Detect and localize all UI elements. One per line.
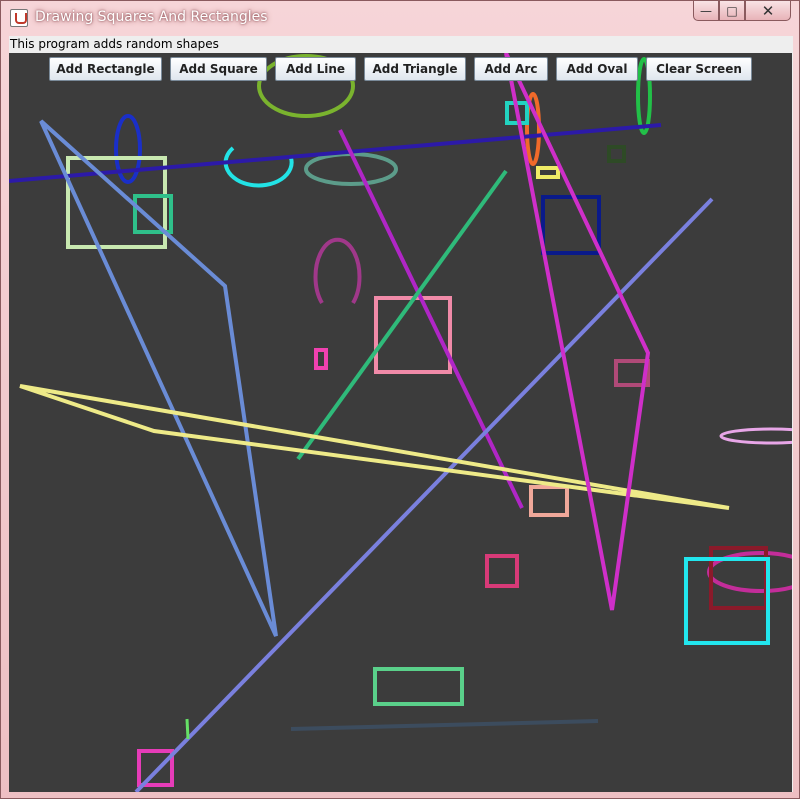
blue-triangle (39, 119, 278, 637)
add-line-button[interactable]: Add Line (275, 57, 356, 81)
close-button[interactable]: ✕ (745, 1, 791, 21)
navy-square (541, 195, 601, 255)
teal-oval (304, 152, 398, 186)
window-title: Drawing Squares And Rectangles (35, 9, 268, 25)
salmon-rect (529, 485, 569, 517)
slate-line (290, 719, 599, 731)
purple-arc (313, 237, 362, 305)
yellow-triangle (19, 384, 730, 510)
add-arc-button[interactable]: Add Arc (474, 57, 548, 81)
pink-rect-tiny (314, 348, 328, 370)
green-rect-bottom (373, 667, 464, 706)
client-area: This program adds random shapes Add Rect… (9, 36, 793, 792)
maximize-button[interactable]: □ (719, 1, 745, 21)
green-line (296, 169, 508, 461)
info-label: This program adds random shapes (10, 37, 219, 51)
lime-line-short (185, 718, 190, 740)
clear-screen-button[interactable]: Clear Screen (646, 57, 752, 81)
magenta-square-bottom (137, 749, 174, 787)
minimize-icon: — (700, 3, 712, 18)
cyan-square-large (684, 557, 770, 645)
add-square-button[interactable]: Add Square (170, 57, 267, 81)
add-oval-button[interactable]: Add Oval (556, 57, 638, 81)
maximize-icon: □ (726, 3, 738, 18)
java-icon (10, 9, 28, 27)
pink-oval-right (719, 427, 792, 445)
drawing-canvas[interactable] (9, 53, 792, 792)
add-rectangle-button[interactable]: Add Rectangle (49, 57, 162, 81)
cyan-arc (223, 146, 294, 188)
dark-green-square (607, 145, 626, 163)
yellow-rect-small (536, 166, 560, 179)
app-window: Drawing Squares And Rectangles — □ ✕ Thi… (0, 0, 800, 799)
close-icon: ✕ (761, 1, 775, 20)
add-triangle-button[interactable]: Add Triangle (364, 57, 466, 81)
toolbar: Add Rectangle Add Square Add Line Add Tr… (9, 53, 792, 85)
shapes-layer (9, 53, 792, 792)
rose-square (485, 554, 519, 588)
title-bar[interactable]: Drawing Squares And Rectangles — □ ✕ (1, 1, 799, 35)
minimize-button[interactable]: — (693, 1, 719, 21)
